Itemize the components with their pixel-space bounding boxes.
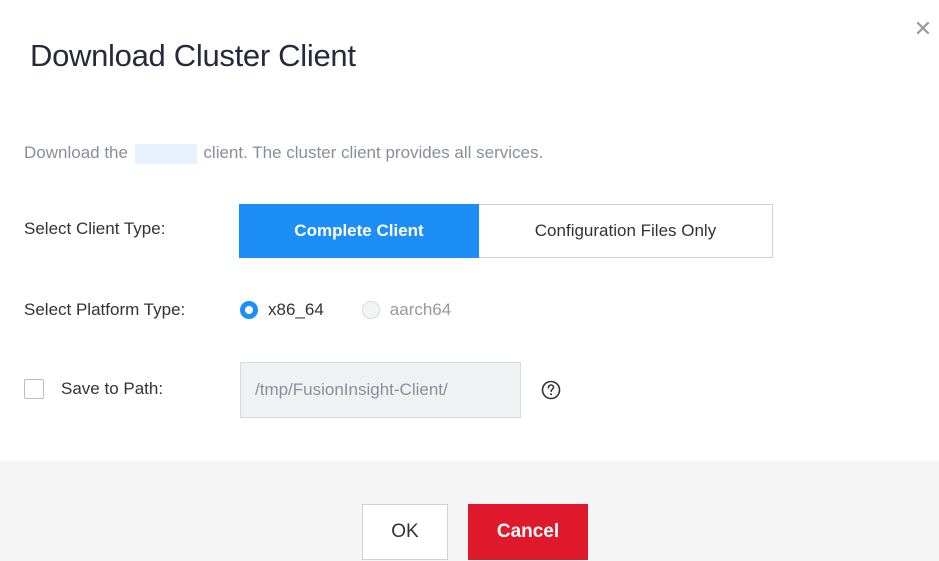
configuration-files-only-option[interactable]: Configuration Files Only xyxy=(479,204,773,258)
description-prefix: Download the xyxy=(24,143,133,162)
save-to-path-checkbox[interactable] xyxy=(24,379,44,399)
platform-type-radio-group: x86_64 aarch64 xyxy=(240,297,489,323)
dialog-description: Download the client. The cluster client … xyxy=(24,143,543,164)
radio-aarch64-label: aarch64 xyxy=(389,300,452,319)
save-path-input[interactable] xyxy=(240,362,521,418)
description-suffix: client. The cluster client provides all … xyxy=(198,143,544,162)
radio-unselected-icon[interactable] xyxy=(361,301,380,319)
radio-x86-64-label: x86_64 xyxy=(268,300,324,319)
download-cluster-client-dialog: ✕ Download Cluster Client Download the c… xyxy=(0,0,939,561)
close-icon[interactable]: ✕ xyxy=(912,18,934,40)
cancel-button[interactable]: Cancel xyxy=(468,504,588,560)
client-type-selector: Complete Client Configuration Files Only xyxy=(239,204,773,258)
cluster-name xyxy=(134,143,197,164)
radio-x86-64[interactable]: x86_64 xyxy=(240,300,324,320)
save-to-path-label: Save to Path: xyxy=(61,379,164,398)
complete-client-option[interactable]: Complete Client xyxy=(239,204,479,258)
platform-type-label: Select Platform Type: xyxy=(24,300,186,319)
question-circle-icon[interactable] xyxy=(540,379,562,401)
radio-aarch64[interactable]: aarch64 xyxy=(361,300,452,320)
radio-selected-icon[interactable] xyxy=(240,301,258,319)
dialog-title: Download Cluster Client xyxy=(30,38,356,73)
client-type-label: Select Client Type: xyxy=(24,219,166,238)
ok-button[interactable]: OK xyxy=(362,504,448,560)
